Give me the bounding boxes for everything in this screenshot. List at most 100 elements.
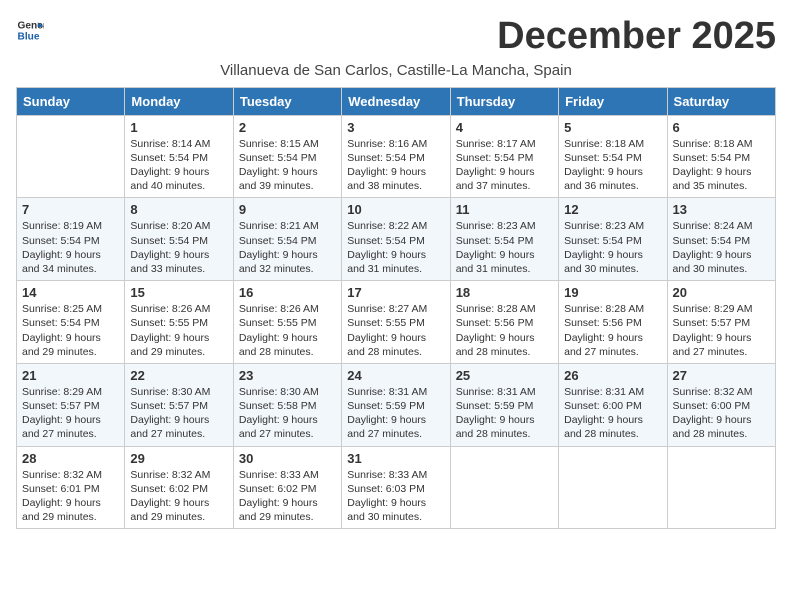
calendar-week-1: 1Sunrise: 8:14 AMSunset: 5:54 PMDaylight… <box>17 115 776 198</box>
location-subtitle: Villanueva de San Carlos, Castille-La Ma… <box>16 62 776 79</box>
calendar-cell: 27 Sunrise: 8:32 AMSunset: 6:00 PMDayligh… <box>667 363 775 446</box>
calendar-cell: 28 Sunrise: 8:32 AMSunset: 6:01 PMDayligh… <box>17 446 125 529</box>
day-number: 10 <box>347 202 444 217</box>
day-number: 5 <box>564 120 661 135</box>
cell-content: Sunrise: 8:15 AMSunset: 5:54 PMDaylight:… <box>239 137 336 194</box>
cell-content: Sunrise: 8:21 AMSunset: 5:54 PMDaylight:… <box>239 219 336 276</box>
cell-content: Sunrise: 8:26 AMSunset: 5:55 PMDaylight:… <box>239 302 336 359</box>
calendar-cell: 3 Sunrise: 8:16 AMSunset: 5:54 PMDaylight… <box>342 115 450 198</box>
day-header-saturday: Saturday <box>667 87 775 115</box>
calendar-cell: 9 Sunrise: 8:21 AMSunset: 5:54 PMDaylight… <box>233 198 341 281</box>
day-number: 26 <box>564 368 661 383</box>
cell-content: Sunrise: 8:29 AMSunset: 5:57 PMDaylight:… <box>22 385 119 442</box>
calendar-cell: 22 Sunrise: 8:30 AMSunset: 5:57 PMDayligh… <box>125 363 233 446</box>
cell-content: Sunrise: 8:31 AMSunset: 5:59 PMDaylight:… <box>347 385 444 442</box>
page-header: General Blue December 2025 <box>16 16 776 58</box>
calendar-cell: 17Sunrise: 8:27 AMSunset: 5:55 PMDayligh… <box>342 281 450 364</box>
cell-content: Sunrise: 8:28 AMSunset: 5:56 PMDaylight:… <box>564 302 661 359</box>
cell-content: Sunrise: 8:18 AMSunset: 5:54 PMDaylight:… <box>673 137 770 194</box>
calendar-cell: 2 Sunrise: 8:15 AMSunset: 5:54 PMDaylight… <box>233 115 341 198</box>
calendar-cell: 13 Sunrise: 8:24 AMSunset: 5:54 PMDayligh… <box>667 198 775 281</box>
cell-content: Sunrise: 8:33 AMSunset: 6:02 PMDaylight:… <box>239 468 336 525</box>
cell-content: Sunrise: 8:23 AMSunset: 5:54 PMDaylight:… <box>456 219 553 276</box>
day-header-thursday: Thursday <box>450 87 558 115</box>
day-number: 24 <box>347 368 444 383</box>
cell-content: Sunrise: 8:20 AMSunset: 5:54 PMDaylight:… <box>130 219 227 276</box>
calendar-cell: 24 Sunrise: 8:31 AMSunset: 5:59 PMDayligh… <box>342 363 450 446</box>
day-header-monday: Monday <box>125 87 233 115</box>
cell-content: Sunrise: 8:25 AMSunset: 5:54 PMDaylight:… <box>22 302 119 359</box>
cell-content: Sunrise: 8:32 AMSunset: 6:01 PMDaylight:… <box>22 468 119 525</box>
logo: General Blue <box>16 16 44 44</box>
day-number: 20 <box>673 285 770 300</box>
logo-icon: General Blue <box>16 16 44 44</box>
calendar-table: SundayMondayTuesdayWednesdayThursdayFrid… <box>16 87 776 529</box>
cell-content: Sunrise: 8:33 AMSunset: 6:03 PMDaylight:… <box>347 468 444 525</box>
day-number: 14 <box>22 285 119 300</box>
day-number: 22 <box>130 368 227 383</box>
cell-content: Sunrise: 8:30 AMSunset: 5:57 PMDaylight:… <box>130 385 227 442</box>
calendar-body: 1Sunrise: 8:14 AMSunset: 5:54 PMDaylight… <box>17 115 776 528</box>
calendar-cell: 23 Sunrise: 8:30 AMSunset: 5:58 PMDayligh… <box>233 363 341 446</box>
day-header-tuesday: Tuesday <box>233 87 341 115</box>
month-title: December 2025 <box>497 16 776 58</box>
title-block: December 2025 <box>497 16 776 58</box>
calendar-week-2: 7 Sunrise: 8:19 AMSunset: 5:54 PMDaylight… <box>17 198 776 281</box>
day-header-friday: Friday <box>559 87 667 115</box>
calendar-cell <box>450 446 558 529</box>
cell-content: Sunrise: 8:26 AMSunset: 5:55 PMDaylight:… <box>130 302 227 359</box>
day-number: 13 <box>673 202 770 217</box>
day-number: 23 <box>239 368 336 383</box>
cell-content: Sunrise: 8:28 AMSunset: 5:56 PMDaylight:… <box>456 302 553 359</box>
day-number: 7 <box>22 202 119 217</box>
calendar-cell: 7 Sunrise: 8:19 AMSunset: 5:54 PMDaylight… <box>17 198 125 281</box>
cell-content: Sunrise: 8:32 AMSunset: 6:00 PMDaylight:… <box>673 385 770 442</box>
day-number: 18 <box>456 285 553 300</box>
day-number: 4 <box>456 120 553 135</box>
calendar-cell: 4 Sunrise: 8:17 AMSunset: 5:54 PMDaylight… <box>450 115 558 198</box>
calendar-cell: 1Sunrise: 8:14 AMSunset: 5:54 PMDaylight… <box>125 115 233 198</box>
calendar-cell: 11 Sunrise: 8:23 AMSunset: 5:54 PMDayligh… <box>450 198 558 281</box>
day-number: 6 <box>673 120 770 135</box>
calendar-header-row: SundayMondayTuesdayWednesdayThursdayFrid… <box>17 87 776 115</box>
day-number: 2 <box>239 120 336 135</box>
day-number: 29 <box>130 451 227 466</box>
cell-content: Sunrise: 8:18 AMSunset: 5:54 PMDaylight:… <box>564 137 661 194</box>
cell-content: Sunrise: 8:32 AMSunset: 6:02 PMDaylight:… <box>130 468 227 525</box>
cell-content: Sunrise: 8:16 AMSunset: 5:54 PMDaylight:… <box>347 137 444 194</box>
day-number: 21 <box>22 368 119 383</box>
cell-content: Sunrise: 8:17 AMSunset: 5:54 PMDaylight:… <box>456 137 553 194</box>
calendar-cell: 31 Sunrise: 8:33 AMSunset: 6:03 PMDayligh… <box>342 446 450 529</box>
calendar-cell: 19 Sunrise: 8:28 AMSunset: 5:56 PMDayligh… <box>559 281 667 364</box>
calendar-cell: 8Sunrise: 8:20 AMSunset: 5:54 PMDaylight… <box>125 198 233 281</box>
day-number: 9 <box>239 202 336 217</box>
cell-content: Sunrise: 8:30 AMSunset: 5:58 PMDaylight:… <box>239 385 336 442</box>
day-number: 30 <box>239 451 336 466</box>
calendar-week-3: 14 Sunrise: 8:25 AMSunset: 5:54 PMDayligh… <box>17 281 776 364</box>
cell-content: Sunrise: 8:31 AMSunset: 5:59 PMDaylight:… <box>456 385 553 442</box>
day-number: 15 <box>130 285 227 300</box>
cell-content: Sunrise: 8:22 AMSunset: 5:54 PMDaylight:… <box>347 219 444 276</box>
calendar-cell: 15 Sunrise: 8:26 AMSunset: 5:55 PMDayligh… <box>125 281 233 364</box>
day-number: 31 <box>347 451 444 466</box>
svg-text:Blue: Blue <box>18 31 40 42</box>
calendar-cell: 16 Sunrise: 8:26 AMSunset: 5:55 PMDayligh… <box>233 281 341 364</box>
day-number: 11 <box>456 202 553 217</box>
cell-content: Sunrise: 8:24 AMSunset: 5:54 PMDaylight:… <box>673 219 770 276</box>
day-number: 19 <box>564 285 661 300</box>
day-number: 16 <box>239 285 336 300</box>
calendar-cell: 21 Sunrise: 8:29 AMSunset: 5:57 PMDayligh… <box>17 363 125 446</box>
calendar-week-4: 21 Sunrise: 8:29 AMSunset: 5:57 PMDayligh… <box>17 363 776 446</box>
day-number: 3 <box>347 120 444 135</box>
day-number: 28 <box>22 451 119 466</box>
calendar-cell: 20Sunrise: 8:29 AMSunset: 5:57 PMDayligh… <box>667 281 775 364</box>
day-header-sunday: Sunday <box>17 87 125 115</box>
calendar-cell <box>667 446 775 529</box>
calendar-cell <box>17 115 125 198</box>
calendar-cell: 5 Sunrise: 8:18 AMSunset: 5:54 PMDaylight… <box>559 115 667 198</box>
calendar-cell <box>559 446 667 529</box>
calendar-cell: 12Sunrise: 8:23 AMSunset: 5:54 PMDayligh… <box>559 198 667 281</box>
day-number: 1 <box>130 120 227 135</box>
day-number: 27 <box>673 368 770 383</box>
cell-content: Sunrise: 8:19 AMSunset: 5:54 PMDaylight:… <box>22 219 119 276</box>
